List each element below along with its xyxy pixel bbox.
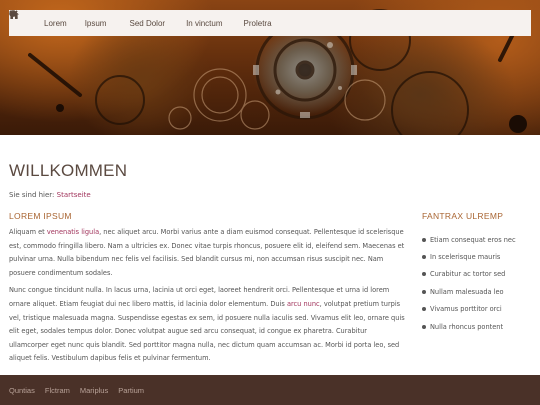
nav-item-label: Lorem xyxy=(44,18,67,28)
list-item-label: Etiam consequat eros nec xyxy=(430,235,516,244)
bullet-icon xyxy=(422,324,426,329)
nav-item-ipsum[interactable]: Ipsum xyxy=(76,10,116,36)
list-item-label: Nullam malesuada leo xyxy=(430,287,504,296)
bullet-icon xyxy=(422,307,426,312)
paragraph-1: Aliquam et venenatis ligula, nec aliquet… xyxy=(9,226,405,280)
breadcrumb: Sie sind hier: Startseite xyxy=(9,191,91,199)
list-item[interactable]: Nulla rhoncus pontent xyxy=(422,318,534,335)
search-button[interactable] xyxy=(9,10,531,36)
list-item-label: Vivamus porttitor orci xyxy=(430,305,502,314)
sidebar-list: Etiam consequat eros nec In scelerisque … xyxy=(422,231,534,335)
hero-image: Lorem Ipsum Sed Dolor In vinctum Proletr… xyxy=(0,0,540,135)
nav-item-sed-dolor[interactable]: Sed Dolor xyxy=(9,10,174,36)
sidebar-heading: FANTRAX ULREMP xyxy=(422,211,504,221)
list-item-label: Curabitur ac tortor sed xyxy=(430,270,506,279)
list-item[interactable]: Curabitur ac tortor sed xyxy=(422,266,534,283)
bullet-icon xyxy=(422,237,426,242)
breadcrumb-link-home[interactable]: Startseite xyxy=(57,191,91,199)
main-content: LOREM IPSUM Aliquam et venenatis ligula,… xyxy=(9,211,405,370)
list-item[interactable]: In scelerisque mauris xyxy=(422,248,534,265)
nav-item-in-vinctum[interactable]: In vinctum xyxy=(9,10,231,36)
nav-item-proletra[interactable]: Proletra xyxy=(232,10,281,36)
nav-item-label: Ipsum xyxy=(84,18,107,28)
bullet-icon xyxy=(422,272,426,277)
sidebar: FANTRAX ULREMP Etiam consequat eros nec … xyxy=(422,211,534,335)
main-navigation: Lorem Ipsum Sed Dolor In vinctum Proletr… xyxy=(9,10,531,36)
footer-link[interactable]: Mariplus xyxy=(80,386,108,395)
paragraph-text: Aliquam et xyxy=(9,228,47,236)
paragraph-2: Nunc congue tincidunt nulla. In lacus ur… xyxy=(9,284,405,366)
breadcrumb-prefix: Sie sind hier: xyxy=(9,191,55,199)
inline-link-venenatis[interactable]: venenatis ligula xyxy=(47,228,99,236)
nav-item-label: In vinctum xyxy=(186,18,223,28)
footer-link[interactable]: Partium xyxy=(118,386,144,395)
footer-link[interactable]: Flctram xyxy=(45,386,70,395)
nav-item-label: Proletra xyxy=(243,18,272,28)
search-icon xyxy=(9,10,18,19)
paragraph-text: , volutpat pretium turpis vel, tristique… xyxy=(9,299,405,363)
bullet-icon xyxy=(422,255,426,260)
nav-item-label: Sed Dolor xyxy=(129,18,166,28)
nav-item-lorem[interactable]: Lorem xyxy=(9,10,76,36)
bullet-icon xyxy=(422,289,426,294)
list-item-label: In scelerisque mauris xyxy=(430,253,501,262)
footer-link[interactable]: Quntias xyxy=(9,386,35,395)
list-item[interactable]: Etiam consequat eros nec xyxy=(422,231,534,248)
footer: Quntias Flctram Mariplus Partium xyxy=(0,375,540,405)
page-title: WILLKOMMEN xyxy=(9,161,128,180)
list-item[interactable]: Vivamus porttitor orci xyxy=(422,301,534,318)
list-item-label: Nulla rhoncus pontent xyxy=(430,322,504,331)
section-heading: LOREM IPSUM xyxy=(9,211,72,221)
list-item[interactable]: Nullam malesuada leo xyxy=(422,283,534,300)
inline-link-arcu-nunc[interactable]: arcu nunc xyxy=(287,300,320,308)
